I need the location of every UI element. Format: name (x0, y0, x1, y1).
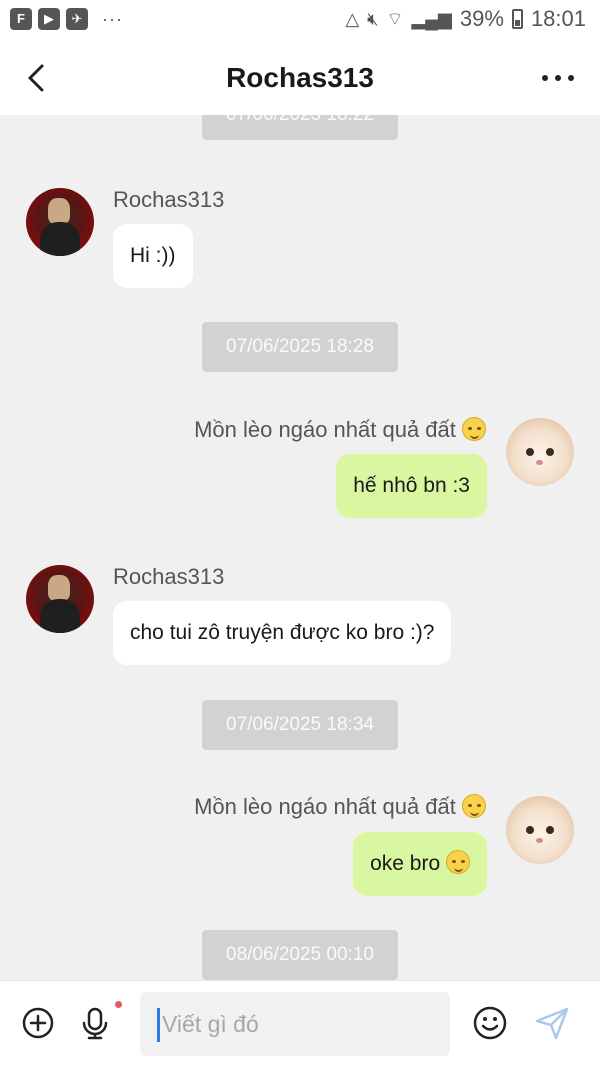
message-list[interactable]: 07/06/2025 18:22 Rochas313 Hi :)) 07/06/… (0, 115, 600, 980)
messenger-icon: ✈ (66, 8, 88, 30)
composer-bar (0, 980, 600, 1067)
conversation-title: Rochas313 (226, 62, 374, 93)
data-saver-icon: △ (345, 8, 360, 29)
upside-down-face-emoji-icon (462, 794, 486, 818)
sender-name: Rochas313 (113, 187, 225, 212)
incoming-message-bubble[interactable]: Hi :)) (113, 224, 193, 288)
more-dots-icon (542, 75, 548, 81)
plus-circle-icon (22, 1007, 54, 1039)
smiley-icon (473, 1006, 507, 1040)
emoji-button[interactable] (472, 1005, 508, 1041)
upside-down-face-emoji-icon (462, 417, 486, 441)
add-attachment-button[interactable] (20, 1005, 56, 1041)
incoming-message-bubble[interactable]: cho tui zô truyện được ko bro :)? (113, 601, 452, 665)
my-avatar[interactable] (506, 796, 574, 864)
voice-message-button[interactable] (77, 1005, 113, 1041)
timestamp-chip: 07/06/2025 18:22 (202, 115, 398, 140)
text-cursor (157, 1008, 160, 1042)
more-options-button[interactable] (538, 68, 578, 88)
outgoing-message-bubble[interactable]: oke bro (353, 832, 487, 896)
battery-percent: 39% (459, 6, 504, 31)
more-notifications-indicator: ··· (102, 8, 123, 29)
contact-avatar[interactable] (26, 565, 94, 633)
battery-icon (511, 9, 523, 29)
sender-name: Mồn lèo ngáo nhất quả đất (194, 417, 486, 443)
signal-icon: ▂▄▆ (411, 8, 452, 29)
send-button[interactable] (534, 1005, 570, 1041)
mute-icon: 🔇︎ (367, 8, 379, 29)
timestamp-chip: 08/06/2025 00:10 (202, 930, 398, 980)
send-paper-plane-icon (535, 1007, 569, 1040)
youtube-icon: ▶ (38, 8, 60, 30)
wifi-icon: ⌔ (386, 8, 404, 29)
clock: 18:01 (530, 6, 586, 31)
status-notification-icons: F ▶ ✈ ··· (10, 8, 123, 30)
message-input[interactable] (140, 992, 450, 1056)
notification-dot (115, 1001, 122, 1008)
sender-name: Mồn lèo ngáo nhất quả đất (194, 794, 486, 820)
chat-header: Rochas313 (0, 40, 600, 115)
my-avatar[interactable] (506, 418, 574, 486)
timestamp-chip: 07/06/2025 18:34 (202, 700, 398, 750)
back-button[interactable] (18, 58, 58, 98)
chevron-left-icon (28, 64, 44, 92)
flipboard-icon: F (10, 8, 32, 30)
sender-name: Rochas313 (113, 564, 225, 589)
contact-avatar[interactable] (26, 188, 94, 256)
timestamp-chip: 07/06/2025 18:28 (202, 322, 398, 372)
status-bar: F ▶ ✈ ··· △ 🔇︎ ⌔ ▂▄▆ 39% 18:01 (0, 0, 600, 40)
outgoing-message-bubble[interactable]: hế nhô bn :3 (336, 454, 487, 518)
status-system-icons: △ 🔇︎ ⌔ ▂▄▆ 39% 18:01 (345, 6, 586, 32)
relieved-face-emoji-icon (446, 850, 470, 874)
microphone-icon (82, 1007, 108, 1040)
